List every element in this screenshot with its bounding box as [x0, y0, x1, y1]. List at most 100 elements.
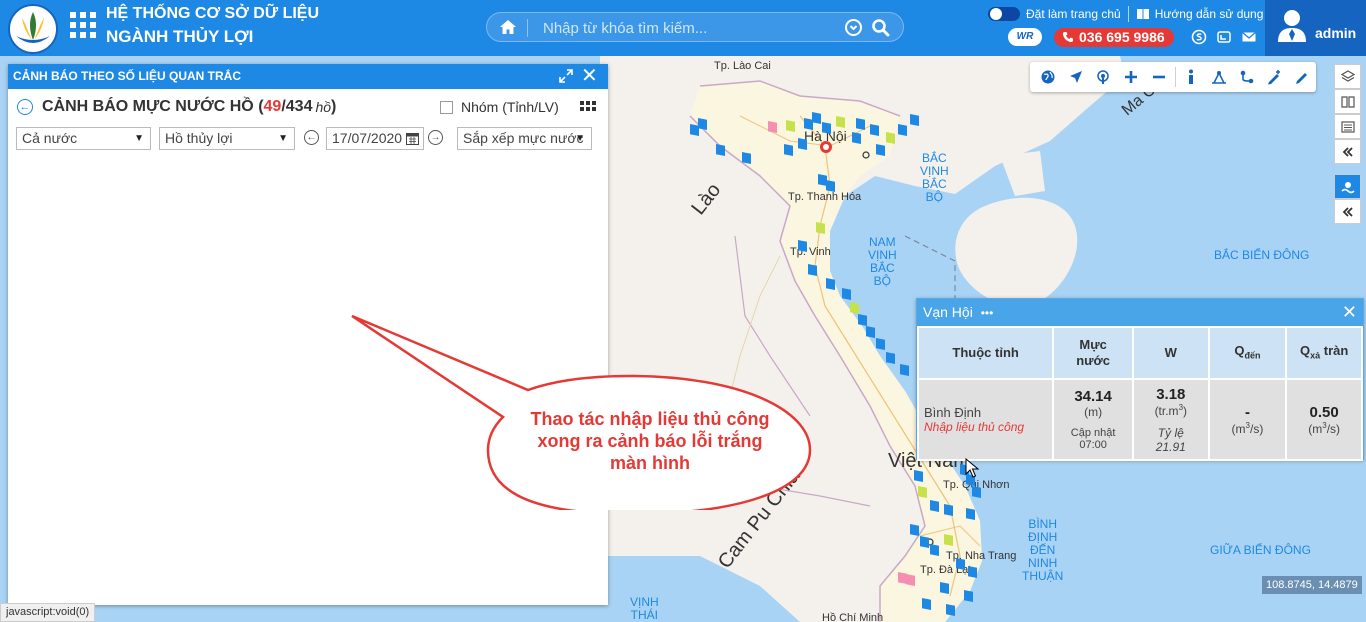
reservoir-marker[interactable]	[918, 486, 927, 498]
back-icon[interactable]: ←	[17, 99, 33, 115]
reservoir-marker[interactable]	[886, 132, 895, 144]
search-icon[interactable]	[871, 18, 891, 38]
reservoir-marker[interactable]	[898, 124, 907, 136]
close-icon[interactable]: ✕	[1342, 299, 1357, 326]
reservoir-marker[interactable]	[858, 314, 867, 326]
zoom-out-icon[interactable]	[1145, 64, 1173, 90]
reservoir-marker[interactable]	[716, 144, 725, 156]
next-date-button[interactable]: →	[428, 130, 443, 145]
search-input[interactable]	[543, 17, 833, 39]
reservoir-marker[interactable]	[910, 524, 919, 536]
reservoir-marker[interactable]	[742, 152, 751, 164]
reservoir-marker[interactable]	[836, 116, 845, 128]
count-unit: hồ	[315, 99, 332, 115]
checkbox-box[interactable]	[440, 100, 453, 114]
reservoir-marker[interactable]	[816, 222, 825, 234]
reservoir-marker[interactable]	[956, 558, 965, 570]
more-options-icon[interactable]: •••	[981, 306, 994, 320]
broadcast-icon[interactable]	[1089, 64, 1117, 90]
user-guide-link[interactable]: Hướng dẫn sử dụng	[1155, 7, 1264, 21]
reservoir-marker[interactable]	[944, 504, 953, 516]
sort-select[interactable]: Sắp xếp mực nước ▼	[457, 127, 592, 150]
expand-icon[interactable]	[559, 69, 573, 83]
reservoir-marker[interactable]	[786, 120, 795, 132]
zoom-in-icon[interactable]	[1117, 64, 1145, 90]
reservoir-marker[interactable]	[852, 132, 861, 144]
cell-spill: 0.50 (m3/s)	[1285, 378, 1363, 461]
collapse-left-icon-2[interactable]	[1334, 199, 1361, 224]
reservoir-marker[interactable]	[826, 278, 835, 290]
reservoir-marker[interactable]	[822, 122, 831, 134]
email-icon[interactable]	[1241, 29, 1257, 45]
reservoir-marker[interactable]	[876, 338, 885, 350]
col-province: Thuộc tỉnh	[916, 326, 1055, 380]
reservoir-marker[interactable]	[900, 364, 909, 376]
home-icon[interactable]	[499, 19, 517, 35]
collapse-left-icon[interactable]	[1334, 139, 1361, 164]
reservoir-marker[interactable]	[940, 582, 949, 594]
route-icon[interactable]	[1233, 64, 1261, 90]
reservoir-marker[interactable]	[920, 536, 929, 548]
volume-unit-pre: (tr.m	[1154, 403, 1179, 418]
reservoir-marker[interactable]	[768, 121, 777, 133]
wr-badge[interactable]: WR	[1008, 28, 1042, 46]
chat-icon[interactable]	[1216, 29, 1232, 45]
reservoir-marker[interactable]	[808, 264, 817, 276]
reservoir-marker[interactable]	[870, 124, 879, 136]
reservoir-marker[interactable]	[906, 574, 915, 586]
reservoir-marker[interactable]	[842, 288, 851, 300]
globe-icon[interactable]	[1034, 64, 1062, 90]
chevron-down-icon[interactable]	[845, 19, 862, 36]
reservoir-marker[interactable]	[944, 534, 953, 546]
reservoir-marker[interactable]	[812, 112, 821, 124]
reservoir-marker[interactable]	[910, 114, 919, 126]
hotline-button[interactable]: 036 695 9986	[1054, 27, 1174, 47]
close-panel-icon[interactable]: ✕	[581, 64, 598, 89]
reservoir-marker[interactable]	[886, 352, 895, 364]
layers-icon[interactable]	[1334, 64, 1361, 89]
reservoir-marker[interactable]	[798, 138, 807, 150]
reservoir-marker[interactable]	[914, 470, 923, 482]
date-input[interactable]: 17/07/2020	[326, 127, 424, 150]
pencil-icon[interactable]	[1288, 64, 1316, 90]
draw-point-icon[interactable]	[1261, 64, 1289, 90]
reservoir-marker[interactable]	[798, 240, 807, 252]
user-menu[interactable]: admin	[1265, 0, 1366, 56]
grid-view-icon[interactable]	[580, 101, 596, 111]
set-home-toggle[interactable]	[988, 7, 1020, 21]
reservoir-marker[interactable]	[866, 326, 875, 338]
reservoir-marker[interactable]	[876, 144, 885, 156]
measure-area-icon[interactable]	[1205, 64, 1233, 90]
reservoir-marker[interactable]	[856, 118, 865, 130]
reservoir-marker[interactable]	[784, 144, 793, 156]
panel-title: ← CẢNH BÁO MỰC NƯỚC HỒ ( 49 / 434 hồ )	[17, 97, 336, 117]
reservoir-marker[interactable]	[966, 508, 975, 520]
water-level-unit: (m)	[1084, 405, 1103, 419]
list-icon[interactable]	[1334, 114, 1361, 139]
map-book-icon[interactable]	[1334, 89, 1361, 114]
reservoir-layer-icon[interactable]	[1334, 174, 1361, 199]
ministry-logo[interactable]	[8, 4, 58, 54]
reservoir-marker[interactable]	[826, 180, 835, 192]
reservoir-marker[interactable]	[968, 566, 977, 578]
reservoir-marker[interactable]	[946, 604, 955, 616]
prev-date-button[interactable]: ←	[304, 130, 319, 145]
reservoir-marker[interactable]	[972, 486, 981, 498]
reservoir-marker[interactable]	[922, 598, 931, 610]
set-home-label[interactable]: Đặt làm trang chủ	[1026, 7, 1121, 21]
region-select[interactable]: Cả nước ▼	[16, 127, 151, 150]
reservoir-marker[interactable]	[698, 118, 707, 130]
locate-arrow-icon[interactable]	[1062, 64, 1090, 90]
calendar-icon[interactable]	[406, 132, 419, 145]
group-checkbox[interactable]: Nhóm (Tỉnh/LV)	[440, 99, 559, 115]
type-select[interactable]: Hồ thủy lợi ▼	[159, 127, 295, 150]
station-popup: Vạn Hội ••• ✕ Thuộc tỉnh Mực nước W Qđến…	[916, 298, 1364, 461]
info-icon[interactable]	[1178, 64, 1206, 90]
reservoir-marker[interactable]	[850, 302, 859, 314]
reservoir-marker[interactable]	[964, 590, 973, 602]
sea-label-nam-vinh-bac-bo: NAM VỊNH BẮC BỘ	[868, 235, 897, 288]
skype-icon[interactable]	[1191, 29, 1207, 45]
reservoir-marker[interactable]	[930, 544, 939, 556]
apps-grid-icon[interactable]	[70, 12, 96, 38]
reservoir-marker[interactable]	[930, 500, 939, 512]
